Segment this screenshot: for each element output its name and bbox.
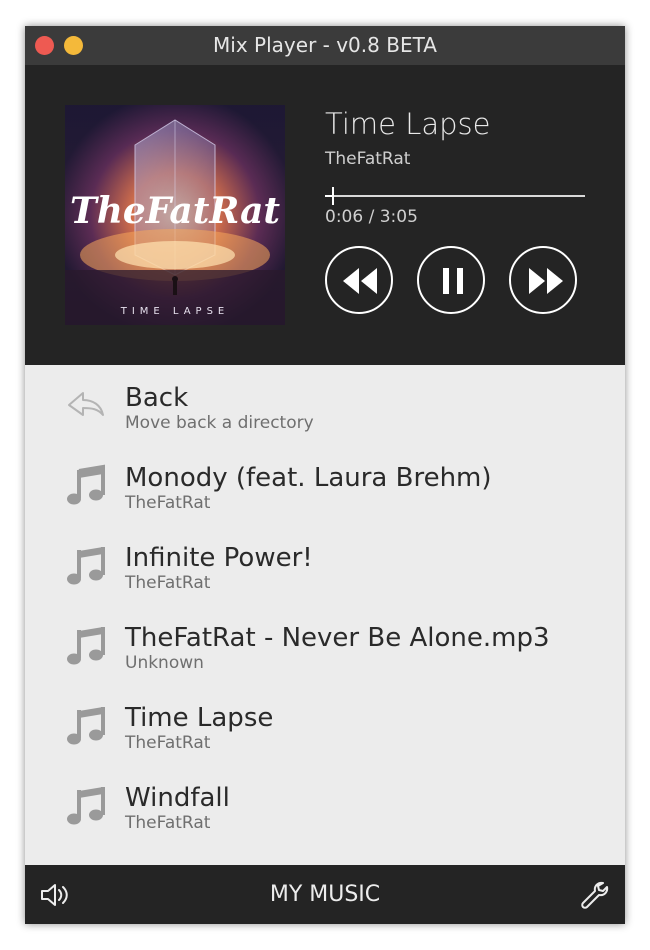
list-item-subtitle: TheFatRat [125,733,211,753]
fast-forward-icon [529,268,563,294]
section-title: MY MUSIC [269,882,381,907]
music-browser-list: Back Move back a directory Monody (feat.… [25,365,625,865]
rewind-button[interactable] [325,246,393,314]
list-item-subtitle: TheFatRat [125,573,211,593]
track-artist: TheFatRat [325,149,411,169]
list-item-title: Time Lapse [125,703,274,733]
window-title: Mix Player - v0.8 BETA [213,33,437,57]
title-bar: Mix Player - v0.8 BETA [25,26,625,65]
list-item[interactable]: TheFatRat - Never Be Alone.mp3 Unknown [25,605,625,685]
album-art: TheFatRat TIME LAPSE [65,105,285,325]
music-note-icon [67,787,105,825]
app-window: Mix Player - v0.8 BETA TheFatRat TIME LA… [25,26,625,924]
list-item-subtitle: Unknown [125,653,204,673]
now-playing-panel: TheFatRat TIME LAPSE Time Lapse TheFatRa… [25,65,625,365]
list-item[interactable]: Time Lapse TheFatRat [25,685,625,765]
bottom-bar: MY MUSIC [25,865,625,924]
album-brand-text: TheFatRat [70,190,280,232]
list-item-title: Windfall [125,783,230,813]
list-item-title: Infinite Power! [125,543,313,573]
back-arrow-icon [68,392,104,416]
rewind-icon [343,268,377,294]
fast-forward-button[interactable] [509,246,577,314]
wrench-icon[interactable] [579,880,609,910]
music-note-icon [67,627,105,665]
list-item-subtitle: TheFatRat [125,813,211,833]
list-item-title: Back [125,383,189,413]
music-note-icon [67,464,105,505]
list-item-title: Monody (feat. Laura Brehm) [125,463,492,493]
track-title: Time Lapse [325,107,491,141]
list-item[interactable]: Infinite Power! TheFatRat [25,525,625,605]
time-display: 0:06 / 3:05 [325,207,418,227]
list-item[interactable]: Monody (feat. Laura Brehm) TheFatRat [25,445,625,525]
list-item-subtitle: Move back a directory [125,413,314,433]
list-item[interactable]: Windfall TheFatRat [25,765,625,845]
progress-handle[interactable] [332,187,334,205]
list-item-back[interactable]: Back Move back a directory [25,365,625,445]
play-pause-button[interactable] [417,246,485,314]
music-note-icon [67,547,105,585]
list-item-title: TheFatRat - Never Be Alone.mp3 [125,623,550,653]
album-title-text: TIME LAPSE [120,306,230,317]
music-note-icon [67,707,105,745]
list-item-subtitle: TheFatRat [125,493,211,513]
progress-slider[interactable] [325,187,585,205]
pause-icon [443,268,463,294]
